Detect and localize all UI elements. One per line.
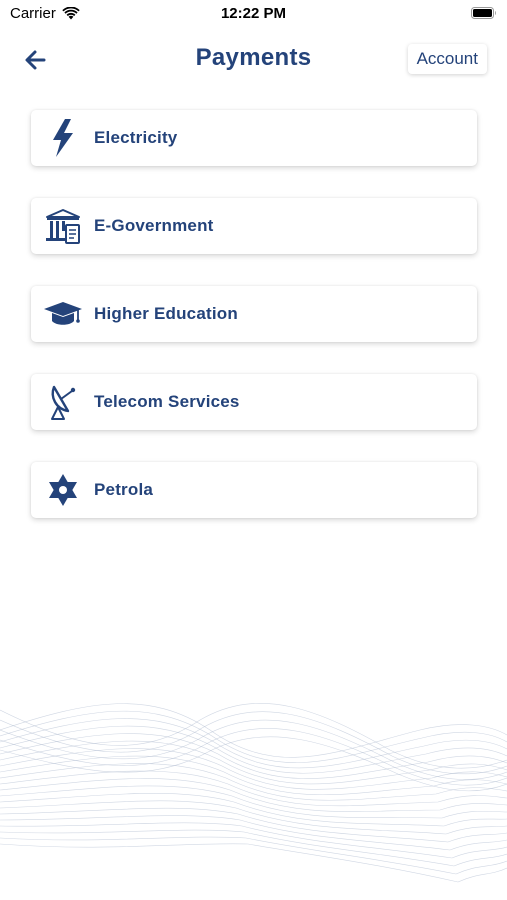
payment-services-list: Electricity E-Government Higher Educatio… <box>31 110 477 550</box>
account-button[interactable]: Account <box>407 44 487 74</box>
star-of-david-icon <box>43 470 83 510</box>
graduation-cap-icon <box>43 294 83 334</box>
service-label: Higher Education <box>94 304 238 323</box>
navigation-bar: Payments Account <box>0 40 507 80</box>
service-label: E-Government <box>94 216 214 235</box>
service-item-electricity[interactable]: Electricity <box>31 110 477 166</box>
service-item-higher-education[interactable]: Higher Education <box>31 286 477 342</box>
status-bar: Carrier 12:22 PM <box>0 0 507 30</box>
service-label: Telecom Services <box>94 392 240 411</box>
satellite-dish-icon <box>43 382 83 422</box>
service-item-e-government[interactable]: E-Government <box>31 198 477 254</box>
service-label: Petrola <box>94 480 154 499</box>
government-building-icon <box>43 206 83 246</box>
battery-icon <box>471 7 496 19</box>
service-item-petrola[interactable]: Petrola <box>31 462 477 518</box>
decorative-wave <box>0 703 507 883</box>
payments-screen: Carrier 12:22 PM Payments Account Electr… <box>0 0 507 900</box>
service-label: Electricity <box>94 128 178 147</box>
lightning-bolt-icon <box>43 118 83 158</box>
service-item-telecom-services[interactable]: Telecom Services <box>31 374 477 430</box>
status-time: 12:22 PM <box>220 5 287 22</box>
